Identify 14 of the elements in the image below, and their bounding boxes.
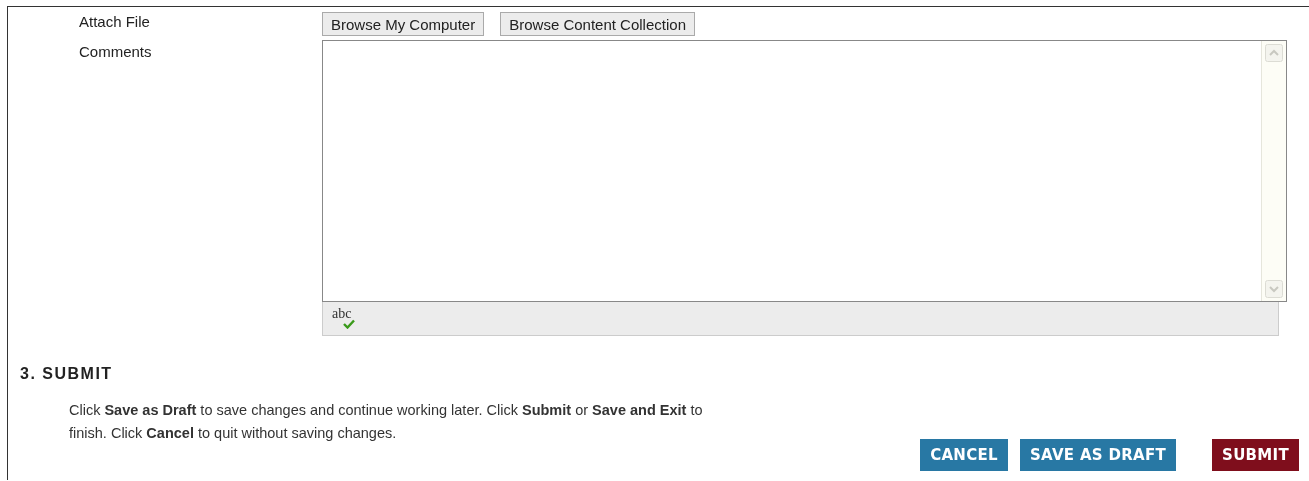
spellcheck-button[interactable]: abc xyxy=(332,304,358,330)
section-heading: 3. SUBMIT xyxy=(20,365,114,383)
browse-button[interactable]: Browse My Computer xyxy=(322,12,485,36)
scroll-down-icon[interactable] xyxy=(1265,280,1283,298)
scroll-up-icon[interactable] xyxy=(1265,44,1283,62)
action-button[interactable]: SAVE AS DRAFT xyxy=(1019,439,1177,471)
action-button[interactable]: CANCEL xyxy=(920,439,1008,471)
field-label: Attach File xyxy=(78,12,151,32)
check-icon xyxy=(343,319,355,329)
instructions-text: Click Save as Draft to save changes and continue working later. Click Submit or Save and Exit to finish. Click Cancel to quit without saving changes. xyxy=(69,401,704,443)
browse-button[interactable]: Browse Content Collection xyxy=(500,12,695,36)
comments-textarea[interactable] xyxy=(322,40,1287,302)
action-button[interactable]: SUBMIT xyxy=(1212,439,1299,471)
field-label: Comments xyxy=(78,42,153,62)
